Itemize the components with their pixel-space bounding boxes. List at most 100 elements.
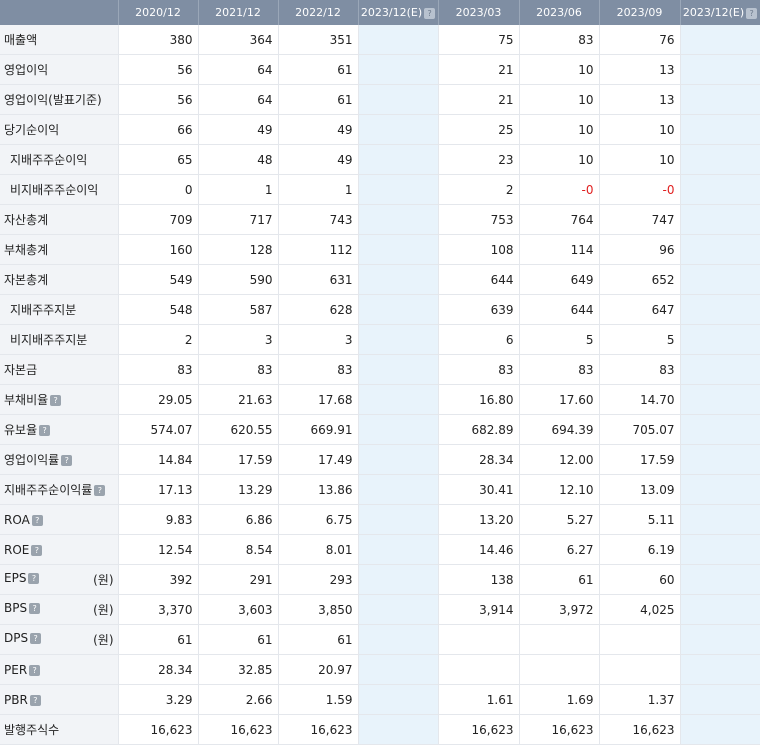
table-cell: 293 (278, 564, 359, 595)
help-icon[interactable]: ? (424, 7, 436, 19)
table-cell: 2 (438, 174, 520, 205)
table-row: 부채총계 160 128 112 108 114 96 (0, 234, 760, 265)
table-cell (358, 474, 439, 505)
table-cell (358, 54, 439, 85)
table-cell: 30.41 (438, 474, 520, 505)
table-cell (358, 414, 439, 445)
table-cell: 17.49 (278, 444, 359, 475)
table-cell: 3 (198, 324, 279, 355)
table-cell (680, 294, 760, 325)
table-cell: 61 (278, 624, 359, 655)
table-cell: 669.91 (278, 414, 359, 445)
table-row: 자본총계 549 590 631 644 649 652 (0, 264, 760, 295)
table-cell: 392 (118, 564, 199, 595)
table-cell: 1.69 (519, 684, 600, 715)
table-cell: 56 (118, 84, 199, 115)
table-cell (680, 234, 760, 265)
table-cell (680, 714, 760, 745)
table-cell (358, 144, 439, 175)
row-label-text: PER (4, 662, 28, 677)
table-cell: 83 (519, 25, 600, 55)
table-cell: 66 (118, 114, 199, 145)
help-icon[interactable]: ? (746, 7, 758, 19)
table-cell: 647 (599, 294, 681, 325)
help-icon[interactable]: ? (31, 514, 43, 526)
table-cell: 12.54 (118, 534, 199, 565)
table-cell: 10 (599, 144, 681, 175)
table-cell (680, 204, 760, 235)
row-label-text: ROA (4, 512, 30, 527)
table-cell (680, 534, 760, 565)
table-cell: 291 (198, 564, 279, 595)
help-icon[interactable]: ? (39, 425, 51, 436)
table-cell: 60 (599, 564, 681, 595)
help-icon[interactable]: ? (94, 485, 106, 496)
help-icon[interactable]: ? (29, 603, 41, 614)
table-cell: 8.01 (278, 534, 359, 565)
table-cell (438, 624, 520, 655)
table-cell: 10 (519, 144, 600, 175)
table-cell: 380 (118, 25, 199, 55)
table-row: 자본금 83 83 83 83 83 83 (0, 354, 760, 385)
table-cell: 743 (278, 204, 359, 235)
header-2022-12: 2022/12 (278, 0, 359, 25)
row-label-text: 지배주주순이익 (10, 153, 88, 167)
header-annual-estimate-label: 2023/12(E) (360, 6, 423, 19)
table-cell: 764 (519, 204, 600, 235)
table-cell: 48 (198, 144, 279, 175)
table-cell: 21 (438, 84, 520, 115)
unit-label: (원) (93, 633, 114, 647)
table-cell: 83 (278, 354, 359, 385)
table-cell (680, 654, 760, 685)
table-cell: 3,603 (198, 594, 279, 625)
help-icon[interactable]: ? (28, 573, 40, 584)
table-cell (358, 534, 439, 565)
help-icon[interactable]: ? (61, 455, 73, 466)
table-cell: 747 (599, 204, 681, 235)
table-cell (358, 294, 439, 325)
table-cell (680, 144, 760, 175)
table-cell: 6.27 (519, 534, 600, 565)
row-label-text: 부채총계 (4, 243, 49, 257)
table-cell: 0 (118, 174, 199, 205)
table-cell (358, 84, 439, 115)
row-label: 비지배주주순이익 (0, 174, 119, 205)
help-icon[interactable]: ? (31, 544, 43, 556)
table-cell: 65 (118, 144, 199, 175)
table-cell (358, 684, 439, 715)
row-label: 부채총계 (0, 234, 119, 265)
row-label: EPS? (원) (0, 564, 119, 595)
help-icon[interactable]: ? (30, 633, 42, 644)
row-label: 당기순이익 (0, 114, 119, 145)
table-cell (358, 25, 439, 55)
table-cell: 639 (438, 294, 520, 325)
table-cell: 17.68 (278, 384, 359, 415)
table-cell: 10 (519, 114, 600, 145)
table-cell (680, 324, 760, 355)
table-cell: 2.66 (198, 684, 279, 715)
help-icon[interactable]: ? (29, 664, 41, 676)
table-cell: 128 (198, 234, 279, 265)
table-cell: 61 (278, 54, 359, 85)
row-label: 지배주주순이익률? (0, 474, 119, 505)
table-cell (358, 504, 439, 535)
table-cell (680, 504, 760, 535)
table-row: DPS? (원) 61 61 61 (0, 624, 760, 655)
table-cell: 364 (198, 25, 279, 55)
help-icon[interactable]: ? (50, 395, 62, 406)
table-cell (680, 174, 760, 205)
table-row: 비지배주주순이익 0 1 1 2 -0 -0 (0, 174, 760, 205)
table-cell: 13.09 (599, 474, 681, 505)
header-quarter-estimate-label: 2023/12(E) (682, 6, 745, 19)
table-cell (680, 354, 760, 385)
table-cell: 574.07 (118, 414, 199, 445)
header-2020-12: 2020/12 (118, 0, 199, 25)
table-cell (438, 654, 520, 685)
help-icon[interactable]: ? (29, 694, 41, 706)
header-row: 2020/12 2021/12 2022/12 2023/12(E)? 2023… (0, 0, 760, 25)
table-row: 영업이익 56 64 61 21 10 13 (0, 54, 760, 85)
table-row: 영업이익(발표기준) 56 64 61 21 10 13 (0, 84, 760, 115)
table-cell: 16,623 (198, 714, 279, 745)
row-label: PER? (0, 654, 119, 685)
table-cell: 16,623 (519, 714, 600, 745)
